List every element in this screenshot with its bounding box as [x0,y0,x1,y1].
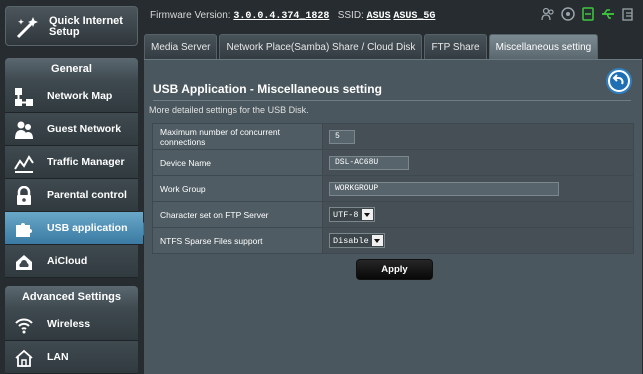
settings-table: Maximum number of concurrent connections… [152,123,634,254]
table-row: Maximum number of concurrent connections… [152,123,634,150]
ntfs-sparse-label: NTFS Sparse Files support [152,227,323,254]
table-row: NTFS Sparse Files support Disable [152,227,634,254]
main-panel: USB Application - Miscellaneous setting … [144,59,642,374]
sidebar-item-label: Wireless [47,318,91,330]
sidebar-item-label: AiCloud [47,255,88,267]
general-header: General [5,58,138,80]
network-map-icon [15,88,33,106]
page-description: More detailed settings for the USB Disk. [149,105,309,115]
cloud-icon [16,255,32,270]
sidebar-item-guest-network[interactable]: Guest Network [5,113,138,146]
users-icon[interactable] [541,7,555,21]
sidebar-item-aicloud[interactable]: AiCloud [5,245,138,278]
sidebar-item-traffic-manager[interactable]: Traffic Manager [5,146,138,179]
sidebar-item-label: USB application [47,222,128,234]
charset-label: Character set on FTP Server [152,201,323,228]
guest-network-icon [15,121,33,139]
tab-ftp-share[interactable]: FTP Share [424,34,487,59]
ssid-label: SSID: [337,10,364,21]
title-divider [153,100,631,101]
back-button[interactable] [606,68,632,94]
status-icons [541,7,635,21]
ssid-2g[interactable]: ASUS [367,11,391,22]
chevron-down-icon [361,209,373,220]
tab-miscellaneous-setting[interactable]: Miscellaneous setting [488,34,599,59]
sidebar-item-lan[interactable]: LAN [5,341,138,374]
chevron-down-icon [371,235,383,246]
back-arrow-icon [610,72,628,90]
page-title: USB Application - Miscellaneous setting [153,82,382,96]
printer-icon[interactable] [581,7,595,21]
sidebar-item-label: Parental control [47,189,127,201]
apply-button[interactable]: Apply [356,259,433,280]
charset-selected-value: UTF-8 [333,209,359,220]
traffic-manager-icon [14,155,34,173]
sidebar-item-label: Guest Network [47,123,122,135]
max-connections-input[interactable]: 5 [329,129,355,144]
device-name-label: Device Name [152,149,323,176]
max-connections-label: Maximum number of concurrent connections [152,123,323,150]
device-name-input[interactable]: DSL-AC68U [329,155,409,170]
firmware-version-link[interactable]: 3.0.0.4.374_1828 [233,11,329,22]
sidebar-item-label: Network Map [47,90,113,102]
usb-icon[interactable] [601,7,615,21]
sidebar-item-label: LAN [47,351,69,363]
ntfs-sparse-selected-value: Disable [333,235,369,246]
logout-icon[interactable] [621,7,635,21]
table-row: Character set on FTP Server UTF-8 [152,201,634,228]
top-bar: Firmware Version: 3.0.0.4.374_1828 SSID:… [148,0,643,30]
lock-icon [17,186,31,205]
wifi-icon [15,318,33,334]
charset-select[interactable]: UTF-8 [329,207,375,222]
ntfs-sparse-select[interactable]: Disable [329,233,385,248]
quick-internet-setup-button[interactable]: Quick Internet Setup [5,6,138,46]
table-row: Work Group WORKGROUP [152,175,634,202]
sidebar: Quick Internet Setup General Network Map… [0,0,149,374]
sidebar-item-parental-control[interactable]: Parental control [5,179,138,212]
home-icon [15,349,33,367]
firmware-label: Firmware Version: [150,10,231,21]
disc-icon[interactable] [561,7,575,21]
sidebar-item-label: Traffic Manager [47,156,125,168]
ssid-5g[interactable]: ASUS_5G [393,11,435,22]
quick-setup-label: Quick Internet Setup [49,15,123,38]
puzzle-icon [16,223,32,237]
tab-samba-share[interactable]: Network Place(Samba) Share / Cloud Disk [219,34,423,59]
magic-wand-icon [16,17,38,39]
sidebar-item-usb-application[interactable]: USB application [5,212,149,245]
tab-media-server[interactable]: Media Server [144,34,218,59]
sidebar-item-wireless[interactable]: Wireless [5,308,138,341]
advanced-settings-header: Advanced Settings [5,286,138,308]
firmware-info: Firmware Version: 3.0.0.4.374_1828 SSID:… [150,10,435,22]
sidebar-item-network-map[interactable]: Network Map [5,80,138,113]
work-group-label: Work Group [152,175,323,202]
table-row: Device Name DSL-AC68U [152,149,634,176]
tab-bar: Media Server Network Place(Samba) Share … [144,34,600,59]
work-group-input[interactable]: WORKGROUP [329,181,559,196]
